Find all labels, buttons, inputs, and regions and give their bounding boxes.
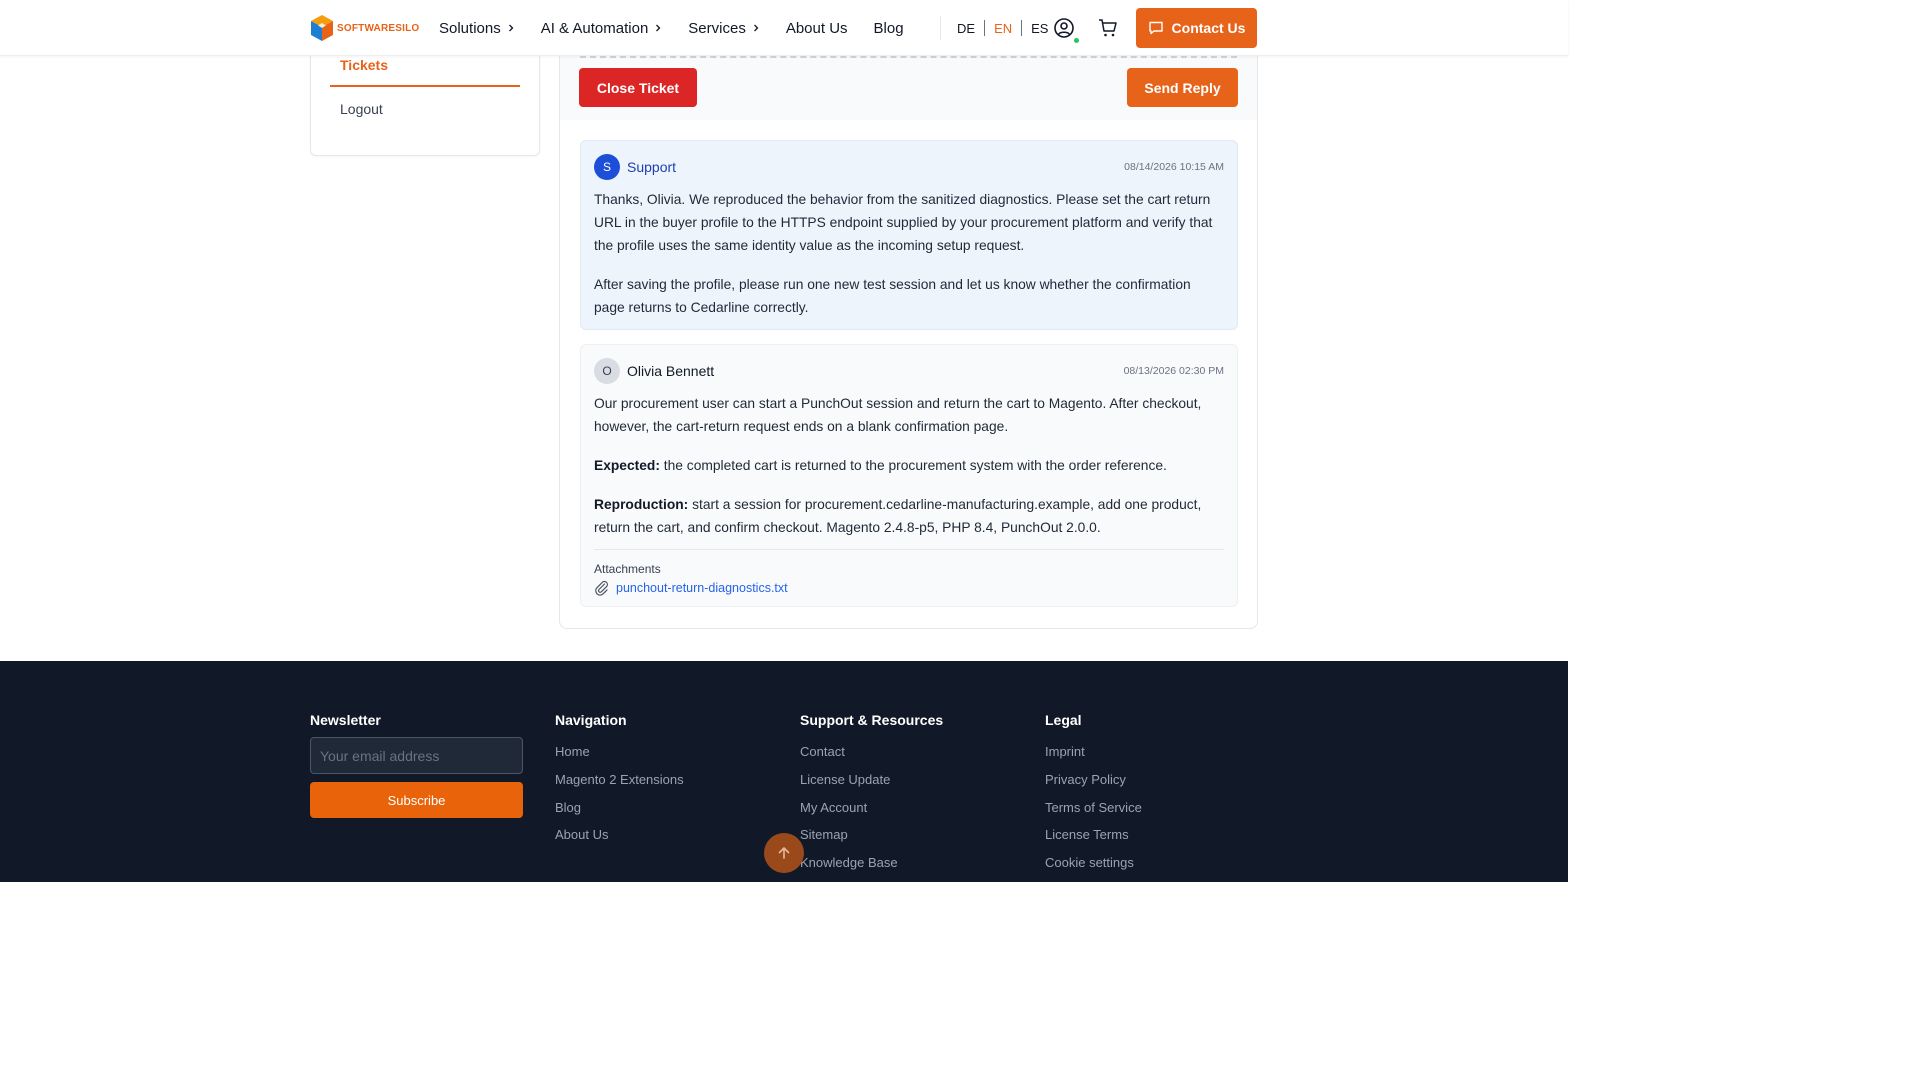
chevron-right-icon — [508, 24, 514, 32]
ticket-message-support: S Support 08/14/2026 10:15 AM Thanks, Ol… — [580, 140, 1238, 330]
nav-services[interactable]: Services — [688, 20, 760, 37]
newsletter-email-input[interactable] — [310, 737, 523, 774]
nav-solutions-label: Solutions — [439, 19, 501, 37]
active-tab-underline — [330, 85, 520, 87]
language-switcher: DE EN ES — [957, 0, 1048, 56]
footer-link-cookie-settings[interactable]: Cookie settings — [1045, 856, 1142, 884]
sidebar-item-tickets[interactable]: Tickets — [340, 57, 388, 73]
scroll-to-top-button[interactable] — [764, 833, 804, 873]
nav-services-label: Services — [688, 19, 746, 37]
attachments-heading: Attachments — [594, 562, 661, 576]
chevron-right-icon — [656, 24, 661, 32]
footer-link-magento-extensions[interactable]: Magento 2 Extensions — [555, 772, 684, 801]
ticket-detail-card: Close Ticket Send Reply S Support 08/14/… — [559, 40, 1258, 629]
nav-ai-automation-label: AI & Automation — [540, 19, 649, 37]
expected-label: Expected: — [594, 458, 660, 473]
account-sidebar: Tickets Logout — [310, 40, 540, 156]
footer-legal-heading: Legal — [1045, 712, 1082, 728]
reproduction-label: Reproduction: — [594, 497, 689, 512]
footer-navigation-heading: Navigation — [555, 712, 627, 728]
message-date: 08/13/2026 02:30 PM — [1123, 365, 1224, 377]
nav-blog-label: Blog — [873, 19, 904, 37]
attachments-divider — [594, 549, 1224, 550]
footer-support-heading: Support & Resources — [800, 712, 944, 728]
message-date: 08/14/2026 10:15 AM — [1124, 161, 1224, 173]
footer-link-my-account[interactable]: My Account — [800, 800, 898, 829]
avatar: S — [594, 154, 620, 180]
avatar: O — [594, 358, 620, 384]
subscribe-button[interactable]: Subscribe — [310, 782, 523, 818]
chevron-right-icon — [753, 24, 759, 32]
site-header: SOFTWARESILO Solutions AI & Automation S… — [0, 0, 1568, 56]
dashed-divider — [580, 56, 1237, 58]
brand-logo[interactable]: SOFTWARESILO — [310, 14, 419, 42]
message-author: Olivia Bennett — [627, 363, 715, 379]
message-paragraph: Thanks, Olivia. We reproduced the behavi… — [594, 192, 1213, 253]
send-reply-button[interactable]: Send Reply — [1127, 68, 1238, 107]
footer-link-privacy-policy[interactable]: Privacy Policy — [1045, 772, 1142, 801]
footer-legal-list: Imprint Privacy Policy Terms of Service … — [1045, 745, 1142, 884]
footer-link-sitemap[interactable]: Sitemap — [800, 828, 898, 856]
footer-link-terms-of-service[interactable]: Terms of Service — [1045, 800, 1142, 829]
footer-newsletter-heading: Newsletter — [310, 712, 381, 728]
nav-about-us-label: About Us — [785, 19, 848, 37]
chat-bubble-icon — [1148, 21, 1163, 35]
footer-link-license-terms[interactable]: License Terms — [1045, 828, 1142, 856]
contact-us-label: Contact Us — [1171, 20, 1246, 36]
user-circle-icon[interactable] — [1053, 17, 1075, 39]
footer-link-contact[interactable]: Contact — [800, 745, 898, 773]
footer-link-license-update[interactable]: License Update — [800, 772, 898, 801]
footer-link-imprint[interactable]: Imprint — [1045, 745, 1142, 773]
nav-solutions[interactable]: Solutions — [439, 20, 515, 37]
message-header: S Support 08/14/2026 10:15 AM — [594, 154, 1224, 180]
close-ticket-button[interactable]: Close Ticket — [579, 68, 697, 107]
header-divider — [940, 16, 941, 40]
footer-link-knowledge-base[interactable]: Knowledge Base — [800, 856, 898, 884]
footer-support-list: Contact License Update My Account Sitema… — [800, 745, 898, 884]
main-nav: Solutions AI & Automation Services About… — [439, 0, 930, 56]
nav-ai-automation[interactable]: AI & Automation — [541, 20, 663, 37]
lang-en[interactable]: EN — [994, 21, 1012, 36]
footer-link-about-us[interactable]: About Us — [555, 828, 684, 856]
attachment-link[interactable]: punchout-return-diagnostics.txt — [616, 581, 788, 595]
ticket-message-customer: O Olivia Bennett 08/13/2026 02:30 PM Our… — [580, 344, 1238, 607]
arrow-up-icon — [778, 847, 790, 859]
message-header: O Olivia Bennett 08/13/2026 02:30 PM — [594, 358, 1224, 384]
attachment-item[interactable]: punchout-return-diagnostics.txt — [594, 580, 1224, 596]
lang-de[interactable]: DE — [957, 21, 975, 36]
nav-about-us[interactable]: About Us — [786, 20, 848, 37]
message-paragraph: After saving the profile, please run one… — [594, 277, 1191, 315]
message-paragraph: Our procurement user can start a PunchOu… — [594, 396, 1202, 434]
lang-separator — [1021, 20, 1023, 36]
contact-us-button[interactable]: Contact Us — [1136, 8, 1257, 48]
paperclip-icon — [595, 580, 608, 596]
footer-link-blog[interactable]: Blog — [555, 800, 684, 829]
footer-navigation-list: Home Magento 2 Extensions Blog About Us — [555, 745, 684, 856]
online-status-dot — [1073, 37, 1080, 44]
lang-es[interactable]: ES — [1031, 21, 1048, 36]
footer-link-home[interactable]: Home — [555, 745, 684, 773]
shopping-cart-icon[interactable] — [1098, 18, 1118, 38]
expected-text: the completed cart is returned to the pr… — [659, 458, 1167, 473]
logo-cube-icon — [311, 15, 333, 41]
message-expected: Expected: the completed cart is returned… — [594, 454, 1224, 477]
nav-blog[interactable]: Blog — [874, 20, 904, 37]
message-reproduction: Reproduction: start a session for procur… — [594, 493, 1224, 539]
sidebar-item-logout[interactable]: Logout — [340, 101, 383, 117]
lang-separator — [984, 20, 986, 36]
logo-text: SOFTWARESILO — [337, 22, 420, 34]
message-author: Support — [627, 159, 677, 175]
